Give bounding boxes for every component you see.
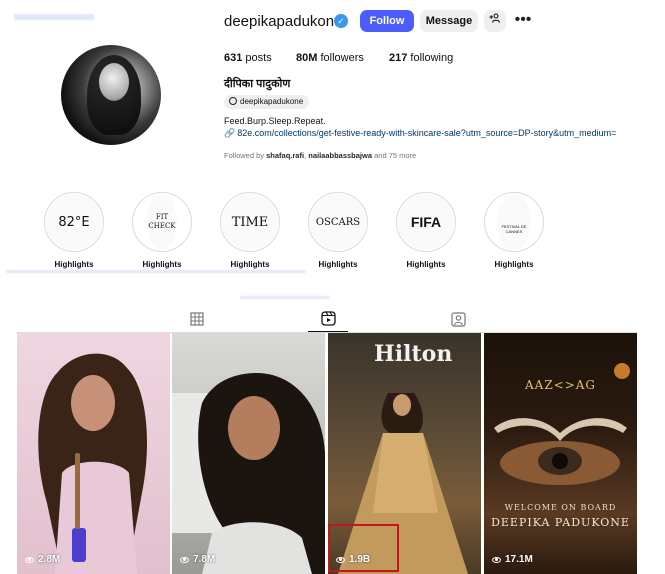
reel-views: 17.1M [492, 554, 533, 565]
highlight-cover: FIFA [396, 192, 456, 252]
eye-icon [492, 556, 501, 563]
reel-thumbnail [494, 363, 630, 485]
reel-tile[interactable]: AAZ<>AG WELCOME ON BOARD DEEPIKA PADUKON… [484, 333, 637, 574]
highlight-item[interactable]: FIT CHECK Highlights [132, 192, 192, 269]
verified-badge-icon: ✓ [334, 14, 348, 28]
reel-welcome-text: WELCOME ON BOARD [504, 503, 617, 512]
profile-avatar[interactable] [61, 45, 161, 145]
link-icon: 🔗 [224, 128, 236, 138]
profile-link-text[interactable]: 82e.com/collections/get-festive-ready-wi… [237, 128, 616, 138]
threads-badge[interactable]: deepikapadukone [224, 95, 310, 109]
highlight-item[interactable]: FESTIVAL DE CANNES Highlights [484, 192, 544, 269]
profile-bio: Feed.Burp.Sleep.Repeat. [224, 116, 326, 126]
highlight-cover: OSCARS [308, 192, 368, 252]
followed-by-prefix: Followed by [224, 151, 265, 160]
reel-name-text: DEEPIKA PADUKONE [491, 516, 630, 529]
highlight-cover-text: FESTIVAL DE CANNES [497, 194, 531, 250]
profile-tabs [16, 306, 637, 332]
reels-icon [320, 311, 336, 326]
reel-tile[interactable]: 2.8M [17, 333, 170, 574]
highlight-cover-text: FIFA [398, 194, 454, 250]
highlight-label: Highlights [406, 260, 446, 269]
eye-icon [25, 556, 34, 563]
ghost-artifact [6, 270, 306, 273]
highlight-item[interactable]: OSCARS Highlights [308, 192, 368, 269]
profile-link[interactable]: 🔗 82e.com/collections/get-festive-ready-w… [224, 128, 616, 139]
highlight-cover: FIT CHECK [132, 192, 192, 252]
add-user-button[interactable] [484, 10, 506, 32]
followed-by-user2[interactable]: nailaabbassbajwa [308, 151, 372, 160]
reel-views: 1.9B [336, 554, 370, 565]
highlight-label: Highlights [142, 260, 182, 269]
posts-count[interactable]: 631 posts [224, 52, 272, 64]
threads-handle: deepikapadukone [240, 97, 304, 106]
posts-label: posts [245, 52, 272, 64]
followed-by-user1[interactable]: shafaq.rafi [266, 151, 304, 160]
highlight-cover: FESTIVAL DE CANNES [484, 192, 544, 252]
followers-label: followers [320, 52, 364, 64]
follow-button[interactable]: Follow [360, 10, 414, 32]
more-options-icon[interactable]: ••• [514, 10, 532, 32]
ghost-artifact [240, 296, 330, 299]
reel-thumbnail [38, 353, 147, 574]
grid-icon [190, 312, 204, 326]
reel-views-count: 1.9B [349, 554, 371, 565]
highlight-cover-text: 82°E [46, 194, 102, 250]
reel-thumbnail [172, 373, 325, 574]
following-label: following [410, 52, 454, 64]
followed-by[interactable]: Followed by shafaq.rafi, nailaabbassbajw… [224, 151, 416, 160]
reel-subtitle: AAZ<>AG [524, 378, 597, 392]
highlight-cover: 82°E [44, 192, 104, 252]
posts-value: 631 [224, 52, 243, 64]
tab-tagged[interactable] [438, 306, 478, 332]
threads-icon [229, 97, 237, 105]
highlight-cover: TIME [220, 192, 280, 252]
reel-views-count: 2.8M [38, 554, 61, 565]
reel-tile[interactable]: 7.8M [172, 333, 325, 574]
reel-tile[interactable]: Hilton 1.9B [328, 333, 481, 574]
profile-full-name: दीपिका पादुकोण [224, 78, 291, 90]
eye-icon [336, 556, 345, 563]
highlight-cover-text: TIME [222, 194, 278, 250]
eye-icon [180, 556, 189, 563]
highlight-cover-text: OSCARS [310, 194, 366, 250]
highlight-item[interactable]: 82°E Highlights [44, 192, 104, 269]
reel-views-count: 17.1M [505, 554, 533, 565]
avatar-face [99, 63, 129, 101]
reel-views: 2.8M [25, 554, 60, 565]
following-value: 217 [389, 52, 408, 64]
tab-reels[interactable] [308, 306, 348, 332]
highlight-label: Highlights [494, 260, 534, 269]
reel-overlay-text: Hilton [374, 341, 453, 367]
ghost-artifact [14, 14, 94, 20]
followers-value: 80M [296, 52, 318, 64]
profile-username: deepikapadukone [224, 13, 343, 30]
add-user-icon [489, 13, 501, 23]
highlight-item[interactable]: FIFA Highlights [396, 192, 456, 269]
tab-posts[interactable] [177, 306, 217, 332]
highlight-label: Highlights [318, 260, 358, 269]
highlight-label: Highlights [54, 260, 94, 269]
reel-views-count: 7.8M [193, 554, 216, 565]
highlight-label: Highlights [230, 260, 270, 269]
message-button[interactable]: Message [420, 10, 478, 32]
highlight-item[interactable]: TIME Highlights [220, 192, 280, 269]
followed-by-suffix: and 75 more [374, 151, 417, 160]
followers-count[interactable]: 80M followers [296, 52, 364, 64]
reels-grid: 2.8M 7.8M Hilton 1.9B AAZ<>AG WELCOME ON… [17, 333, 637, 574]
highlight-cover-text: FIT CHECK [147, 194, 177, 250]
reel-views: 7.8M [180, 554, 215, 565]
following-count[interactable]: 217 following [389, 52, 453, 64]
tagged-icon [450, 311, 466, 327]
